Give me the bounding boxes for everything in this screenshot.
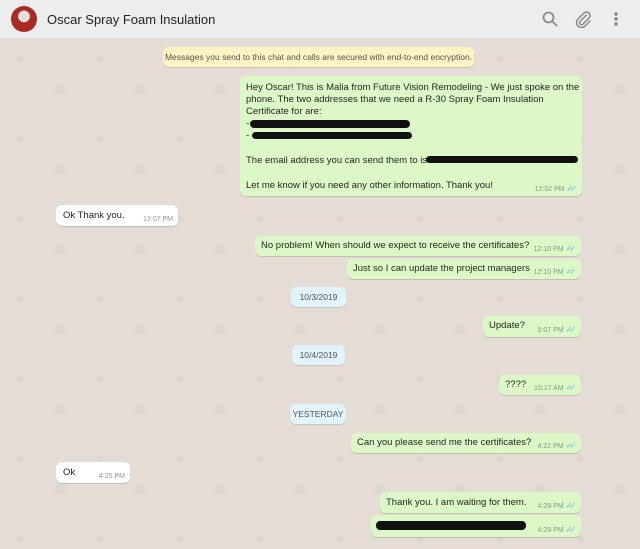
message-text: Thank you. I am waiting for them. [386,497,527,508]
message-meta: 10:17 AM ✓✓ [534,383,577,392]
read-ticks-icon: ✓✓ [565,325,577,334]
message-bubble-outgoing[interactable]: 4:29 PM ✓✓ [371,515,581,537]
message-meta: 12:02 PM ✓✓ [534,184,578,193]
message-time: 4:22 PM [537,443,564,450]
message-time: 4:29 PM [537,527,564,534]
message-bubble-outgoing[interactable]: Hey Oscar! This is Malia from Future Vis… [240,76,582,196]
message-meta: 4:29 PM ✓✓ [537,525,577,534]
message-line: Let me know if you need any other inform… [246,180,493,191]
message-meta: 4:29 PM ✓✓ [537,501,577,510]
message-line: phone. The two addresses that we need a … [246,94,544,105]
message-text: Just so I can update the project manager… [353,263,530,274]
date-divider: 10/4/2019 [292,345,345,365]
message-text: Ok Thank you. [63,210,125,221]
paperclip-icon[interactable] [574,10,592,28]
search-icon[interactable] [541,10,559,28]
read-ticks-icon: ✓✓ [565,525,577,534]
message-line: The email address you can send them to i… [246,155,430,166]
more-vertical-icon[interactable] [607,10,625,28]
message-bubble-incoming[interactable]: Ok 4:25 PM [56,462,130,483]
message-text: Can you please send me the certificates? [357,437,532,448]
message-bubble-outgoing[interactable]: Update? 5:07 PM ✓✓ [483,316,581,337]
contact-name[interactable]: Oscar Spray Foam Insulation [47,12,215,27]
message-time: 12:02 PM [534,186,565,193]
message-bubble-incoming[interactable]: Ok Thank you. 12:07 PM [56,205,178,226]
read-ticks-icon: ✓✓ [566,184,578,193]
message-time: 10:17 AM [534,385,564,392]
read-ticks-icon: ✓✓ [565,244,577,253]
message-bubble-outgoing[interactable]: No problem! When should we expect to rec… [255,236,581,256]
message-bubble-outgoing[interactable]: Just so I can update the project manager… [347,259,581,279]
message-time: 4:29 PM [537,503,564,510]
message-time: 12:07 PM [143,216,173,223]
message-bubble-outgoing[interactable]: Thank you. I am waiting for them. 4:29 P… [380,492,581,513]
redaction-mark [250,120,410,128]
message-meta: 12:10 PM ✓✓ [533,267,577,276]
message-line: Hey Oscar! This is Malia from Future Vis… [246,82,580,93]
message-bubble-outgoing[interactable]: ???? 10:17 AM ✓✓ [499,375,581,395]
read-ticks-icon: ✓✓ [565,267,577,276]
message-text: Ok [63,467,76,478]
read-ticks-icon: ✓✓ [565,441,577,450]
message-time: 12:10 PM [533,246,564,253]
message-meta: 5:07 PM ✓✓ [537,325,577,334]
message-meta: 12:10 PM ✓✓ [533,244,577,253]
message-text: No problem! When should we expect to rec… [261,240,530,251]
read-ticks-icon: ✓✓ [565,383,577,392]
redaction-mark [252,132,412,139]
message-line: - [246,130,250,141]
chat-header: Oscar Spray Foam Insulation [0,0,640,39]
read-ticks-icon: ✓✓ [565,501,577,510]
message-text: Update? [489,320,525,331]
message-line: Certificate for are: [246,106,322,117]
message-line: - [246,118,250,129]
message-time: 12:10 PM [533,269,564,276]
date-divider: YESTERDAY [290,404,346,424]
message-time: 5:07 PM [537,327,564,334]
date-divider: 10/3/2019 [291,287,346,307]
message-time: 4:25 PM [98,473,125,480]
redaction-mark [376,521,526,530]
message-meta: 4:22 PM ✓✓ [537,441,577,450]
redaction-mark [426,156,578,163]
message-bubble-outgoing[interactable]: Can you please send me the certificates?… [351,433,581,453]
avatar[interactable] [11,6,37,32]
encryption-notice[interactable]: Messages you send to this chat and calls… [163,47,474,67]
message-text: ???? [505,379,527,390]
